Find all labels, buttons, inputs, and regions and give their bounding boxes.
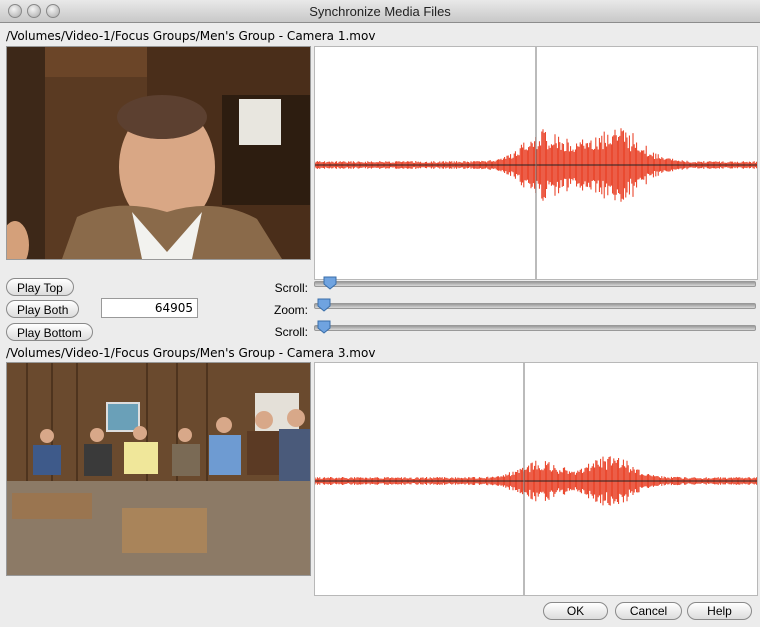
bottom-waveform[interactable] xyxy=(314,362,758,596)
play-top-button[interactable]: Play Top xyxy=(6,278,74,296)
top-waveform[interactable] xyxy=(314,46,758,280)
slider-thumb-icon[interactable] xyxy=(317,298,331,312)
top-file-path: /Volumes/Video-1/Focus Groups/Men's Grou… xyxy=(6,29,376,43)
zoom-label: Zoom: xyxy=(273,303,308,317)
scroll-top-slider[interactable] xyxy=(314,276,756,290)
scroll-bottom-label: Scroll: xyxy=(274,325,308,339)
zoom-slider[interactable] xyxy=(314,298,756,312)
window-title: Synchronize Media Files xyxy=(309,4,451,19)
ok-button[interactable]: OK xyxy=(543,602,608,620)
play-bottom-button[interactable]: Play Bottom xyxy=(6,323,93,341)
synchronize-window: Synchronize Media Files /Volumes/Video-1… xyxy=(0,0,760,627)
bottom-file-path: /Volumes/Video-1/Focus Groups/Men's Grou… xyxy=(6,346,376,360)
scroll-bottom-slider[interactable] xyxy=(314,320,756,334)
offset-value-field[interactable]: 64905 xyxy=(101,298,198,318)
help-button[interactable]: Help xyxy=(687,602,752,620)
title-bar: Synchronize Media Files xyxy=(0,0,760,23)
slider-thumb-icon[interactable] xyxy=(323,276,337,290)
play-both-button[interactable]: Play Both xyxy=(6,300,80,318)
cancel-button[interactable]: Cancel xyxy=(615,602,682,620)
top-video-frame xyxy=(6,46,311,260)
scroll-top-label: Scroll: xyxy=(274,281,308,295)
bottom-video-frame xyxy=(6,362,311,576)
slider-thumb-icon[interactable] xyxy=(317,320,331,334)
